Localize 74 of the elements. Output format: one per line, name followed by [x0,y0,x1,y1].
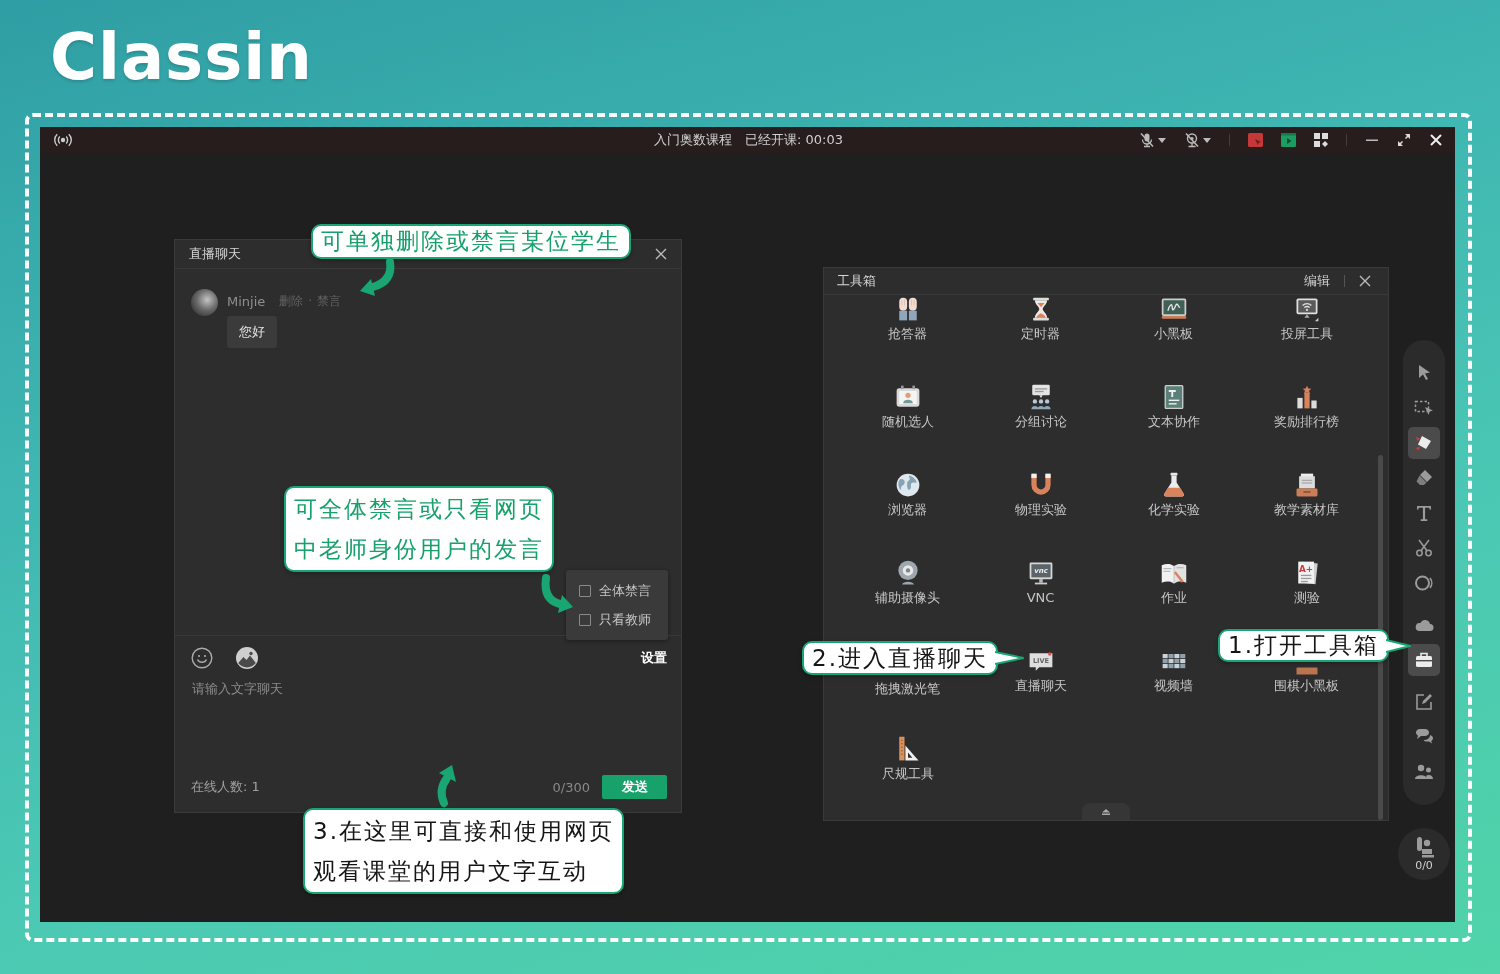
annotation-callout: 1.打开工具箱 [1218,629,1411,662]
webcam-off-icon[interactable] [1184,132,1200,148]
avatar [191,289,218,316]
logo-text: Classin [50,19,313,94]
seat-button[interactable]: 0/0 [1398,828,1450,880]
selection-icon[interactable] [1414,398,1434,418]
edit-icon[interactable] [1414,692,1434,712]
toolbox-tool[interactable]: 投屏工具 [1280,295,1333,342]
caret-down-icon[interactable] [1203,137,1211,143]
collapse-handle[interactable] [1082,803,1130,820]
course-title: 入门奥数课程 [654,131,732,149]
marker-icon[interactable] [1414,433,1434,453]
text-tool-icon[interactable] [1414,503,1434,523]
toolbox-tool[interactable]: 奖励排行榜 [1274,383,1339,430]
class-timer: 已经开课: 00:03 [745,131,843,149]
curved-arrow [360,258,395,296]
chat-input-field[interactable]: 请输入文字聊天 [191,676,667,769]
eraser-icon[interactable] [1414,468,1434,488]
edit-button[interactable]: 编辑 [1304,272,1330,290]
scrollbar-thumb[interactable] [1378,455,1383,820]
toolbox-tool[interactable]: 化学实验 [1147,471,1200,518]
character-count: 0/300 [552,779,590,795]
toolbox-tool[interactable]: 教学素材库 [1274,471,1339,518]
caret-down-icon[interactable] [1158,137,1166,143]
panel-title: 工具箱 [837,272,876,290]
toolbox-tool[interactable]: 分组讨论 [1014,383,1067,430]
toolbox-tool[interactable]: 拖拽激光笔 [875,678,940,697]
annotation-callout: 2.进入直播聊天 [802,641,1024,675]
scissors-icon[interactable] [1414,538,1434,558]
checkbox[interactable] [579,613,591,626]
action-separator: · [308,294,313,308]
toolbox-tool[interactable]: 作业 [1159,559,1188,606]
emoji-icon[interactable] [191,647,213,669]
callout-pointer [1385,638,1411,653]
close-icon[interactable] [655,248,667,260]
broadcast-icon[interactable] [54,133,72,147]
users-icon[interactable] [1414,762,1434,782]
toolbox-tool[interactable]: A+ 测验 [1292,559,1321,606]
close-icon[interactable] [1359,275,1371,287]
checkbox[interactable] [579,584,591,597]
toolbox-tool[interactable]: 物理实验 [1014,471,1067,518]
toolbox-tool[interactable]: 定时器 [1021,295,1060,342]
callout-pointer [994,651,1024,665]
annotation-callout: 3.在这里可直接和使用网页 观看课堂的用户文字互动 [303,808,624,894]
toolbox-tool[interactable]: 围棋小黑板 [1274,667,1339,694]
annotation-callout: 可单独删除或禁言某位学生 [311,224,631,259]
ring-icon[interactable] [1414,573,1434,593]
option-label[interactable]: 只看教师 [599,610,651,629]
toolbox-tool[interactable]: 辅助摄像头 [875,559,940,606]
message-bubble: 您好 [227,316,277,348]
grid-icon[interactable] [1314,133,1328,147]
play-window-icon[interactable] [1281,133,1296,147]
image-icon[interactable] [236,647,258,669]
toolbox-tool[interactable]: 浏览器 [888,471,927,518]
option-label[interactable]: 全体禁言 [599,581,651,600]
side-tool-button[interactable] [1408,644,1440,676]
settings-button[interactable]: 设置 [641,649,667,667]
microphone-off-icon[interactable] [1139,132,1155,148]
toolbox-tool[interactable]: 文本协作 [1147,383,1200,430]
toolbox-icon[interactable] [1414,650,1434,670]
toolbox-tool[interactable]: 随机选人 [881,383,934,430]
curved-arrow [437,765,456,807]
caret-up-icon [1101,808,1111,815]
toolbox-tool[interactable]: 尺规工具 [881,735,934,782]
toolbox-tool[interactable]: 视频墙 [1154,647,1193,694]
toolbox-tool[interactable]: 小黑板 [1154,295,1193,342]
panel-title: 直播聊天 [189,245,241,263]
side-tool-button[interactable] [1408,427,1440,459]
fullscreen-icon[interactable] [1397,133,1411,147]
author-name: Minjie [227,293,266,309]
toolbox-tool[interactable]: 抢答器 [888,295,927,342]
online-count: 在线人数: 1 [191,778,260,796]
curved-arrow [541,574,573,613]
annotation-callout: 可全体禁言或只看网页 中老师身份用户的发言 [284,486,554,572]
